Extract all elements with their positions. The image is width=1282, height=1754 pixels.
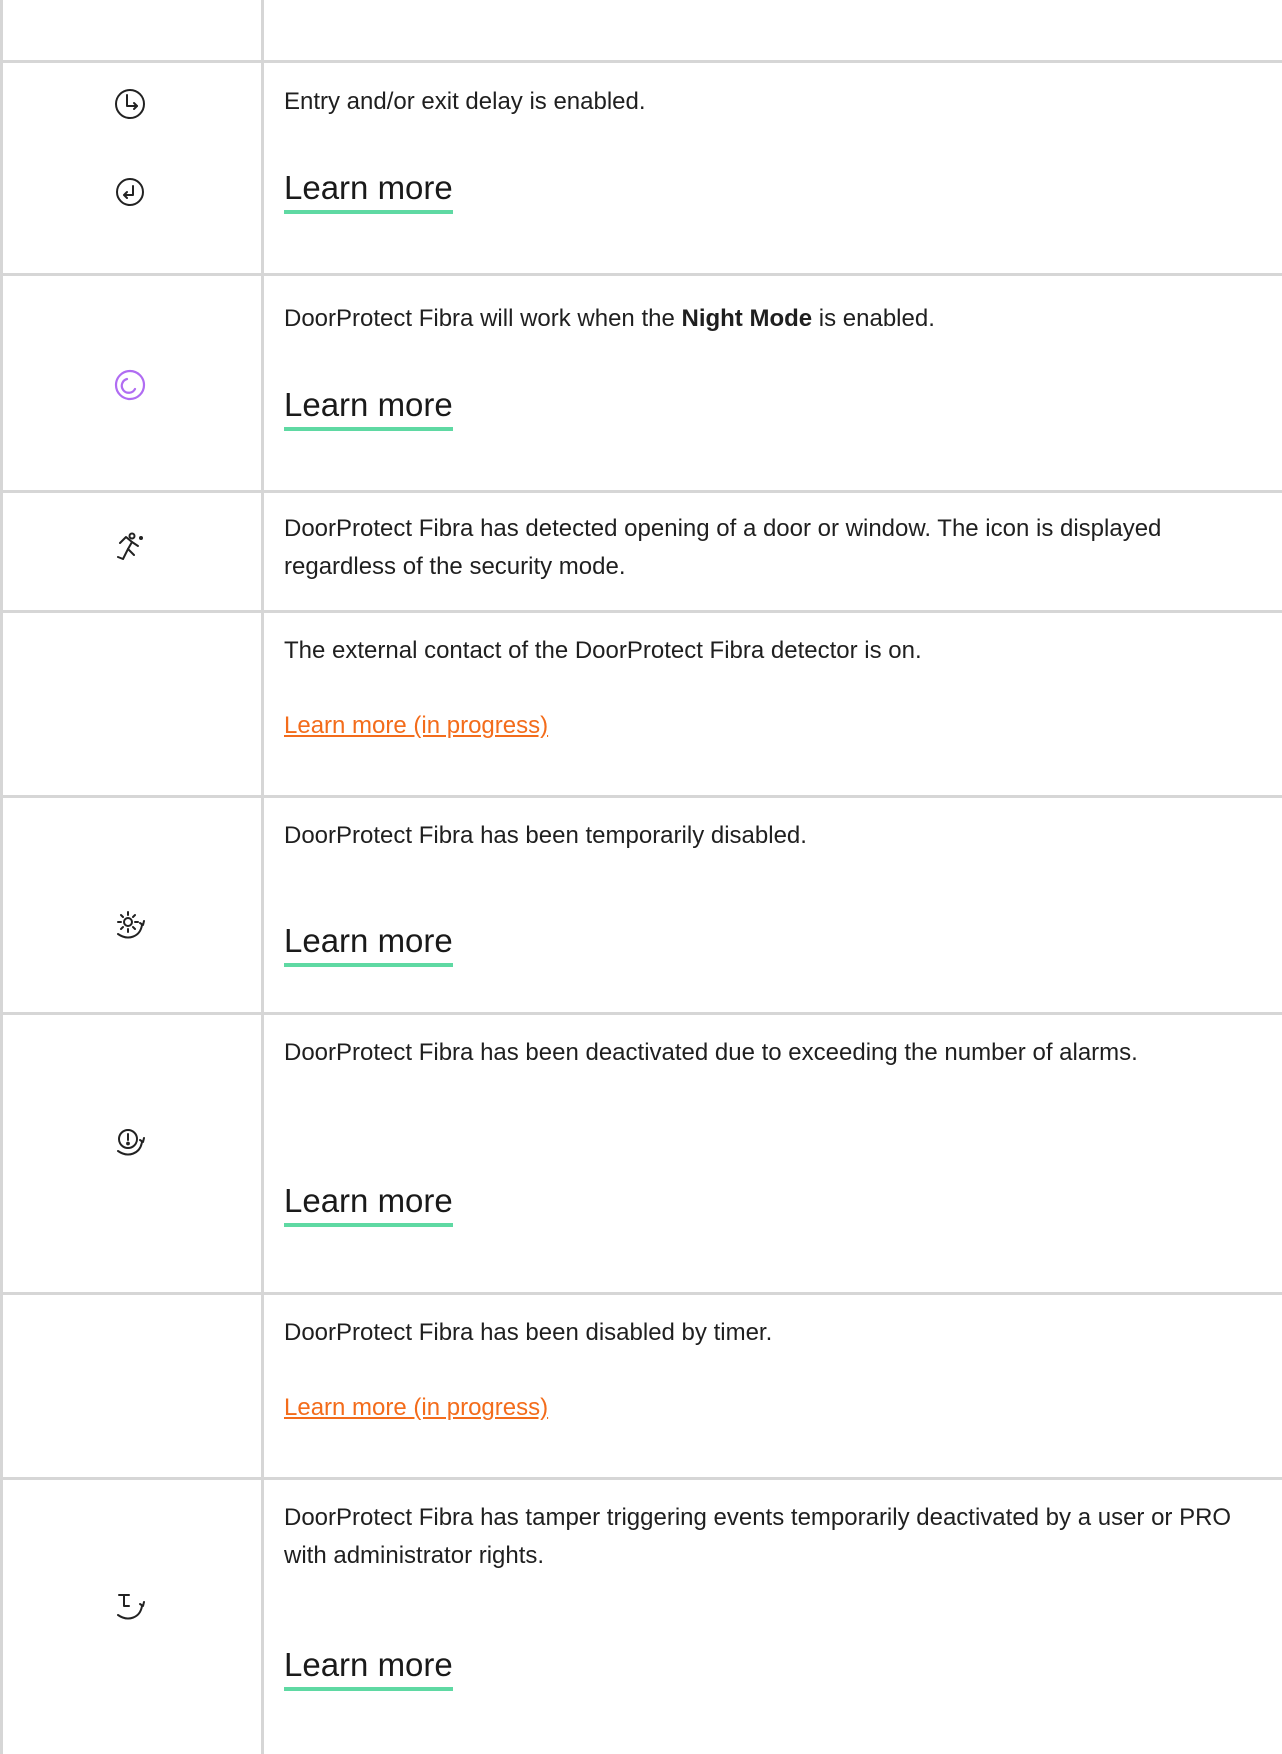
learn-more-in-progress-link[interactable]: Learn more (in progress) xyxy=(284,1393,548,1423)
row-description: DoorProtect Fibra has been temporarily d… xyxy=(284,822,807,849)
row-divider xyxy=(0,490,1282,493)
row-divider xyxy=(0,273,1282,276)
table-left-border xyxy=(0,0,3,1754)
learn-more-in-progress-link[interactable]: Learn more (in progress) xyxy=(284,711,548,741)
row-divider xyxy=(0,60,1282,63)
learn-more-link[interactable]: Learn more xyxy=(284,385,453,431)
table-column-divider xyxy=(261,0,264,1754)
gear-deactivated-icon xyxy=(110,905,150,945)
row-divider xyxy=(0,610,1282,613)
learn-more-link[interactable]: Learn more xyxy=(284,168,453,214)
row-divider xyxy=(0,1292,1282,1295)
night-mode-icon xyxy=(110,365,150,405)
clock-entry-delay-icon xyxy=(110,84,150,124)
row-description: DoorProtect Fibra has tamper triggering … xyxy=(284,1504,1232,1569)
row-description: DoorProtect Fibra has been deactivated d… xyxy=(284,1039,1138,1066)
row-divider xyxy=(0,1012,1282,1015)
learn-more-link[interactable]: Learn more xyxy=(284,1645,453,1691)
alert-deactivated-icon xyxy=(110,1122,150,1162)
row-divider xyxy=(0,795,1282,798)
row-description: DoorProtect Fibra will work when the Nig… xyxy=(284,305,935,332)
learn-more-link[interactable]: Learn more xyxy=(284,1181,453,1227)
night-mode-term: Night Mode xyxy=(681,305,813,332)
row-description: DoorProtect Fibra has detected opening o… xyxy=(284,515,1162,580)
clock-exit-delay-icon xyxy=(110,172,150,212)
row-description: DoorProtect Fibra has been disabled by t… xyxy=(284,1319,773,1346)
row-divider xyxy=(0,1477,1282,1480)
tamper-deactivated-icon xyxy=(110,1586,150,1626)
learn-more-link[interactable]: Learn more xyxy=(284,921,453,967)
row-description: Entry and/or exit delay is enabled. xyxy=(284,88,646,115)
row-description: The external contact of the DoorProtect … xyxy=(284,637,922,664)
running-person-icon xyxy=(110,527,150,567)
